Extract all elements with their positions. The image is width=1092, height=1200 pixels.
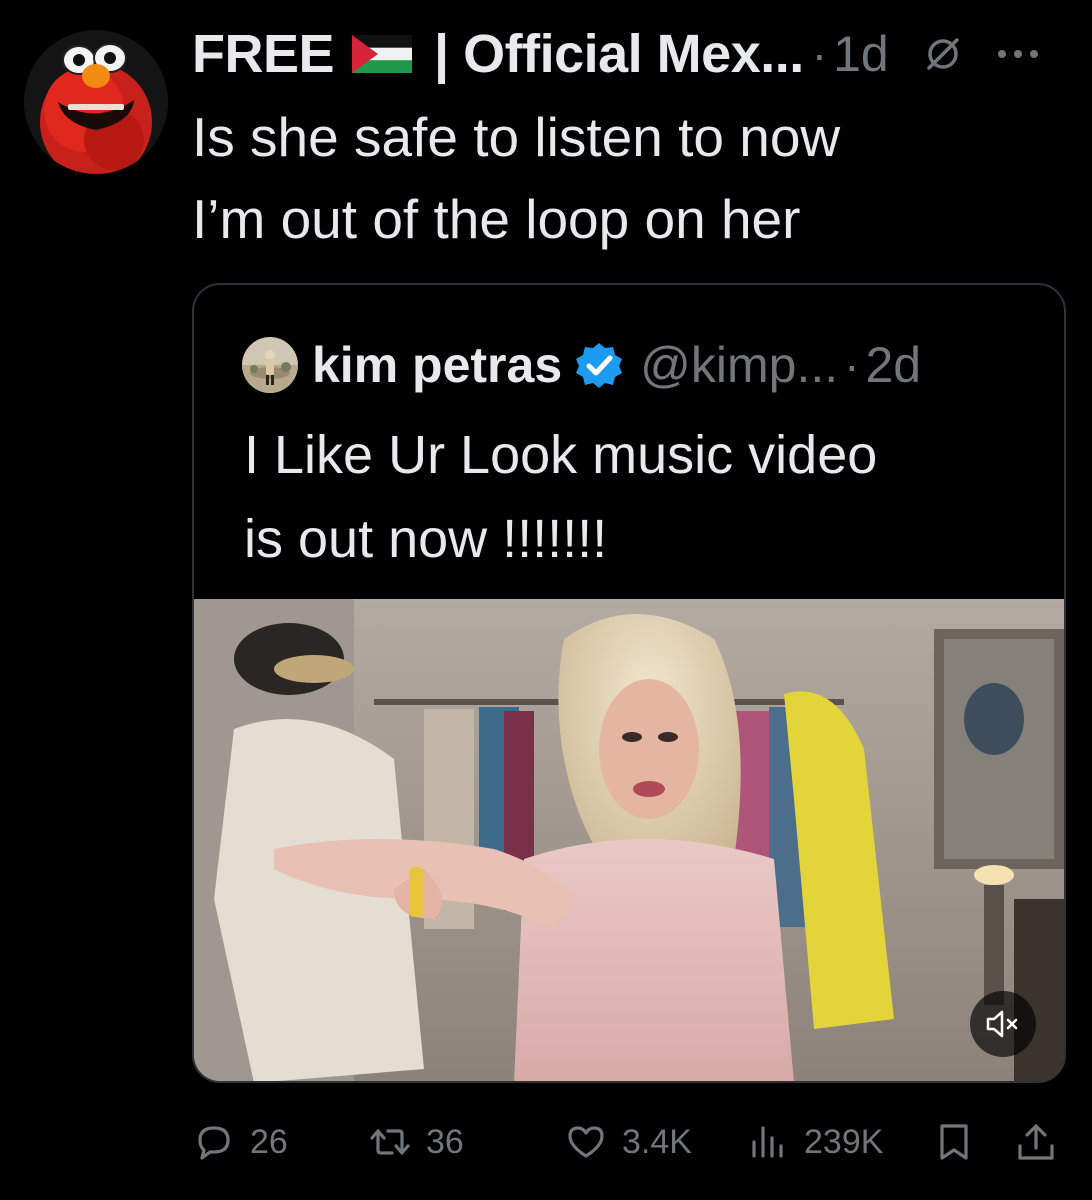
- volume-muted-icon: [986, 1010, 1018, 1038]
- tweet-header: FREE | Official Mex... · 1d: [192, 22, 1072, 86]
- quoted-video[interactable]: [194, 599, 1064, 1081]
- retweet-button[interactable]: 36: [368, 1110, 464, 1174]
- heart-icon: [568, 1126, 604, 1158]
- share-icon: [1018, 1124, 1054, 1160]
- bookmark-icon: [940, 1124, 968, 1160]
- reply-icon: [198, 1126, 230, 1160]
- bookmark-button[interactable]: [932, 1110, 976, 1174]
- author-display-name-suffix[interactable]: | Official Mex...: [434, 23, 804, 85]
- views-button[interactable]: 239K: [746, 1110, 883, 1174]
- quoted-tweet-header: kim petras @kimp... · 2d: [242, 333, 921, 397]
- reply-button[interactable]: 26: [192, 1110, 288, 1174]
- no-replies-icon: [926, 38, 959, 70]
- reply-count: 26: [250, 1122, 288, 1161]
- author-display-name-prefix[interactable]: FREE: [192, 23, 335, 85]
- quoted-author-avatar: [242, 337, 298, 393]
- retweet-icon: [370, 1129, 410, 1155]
- quoted-tweet-card[interactable]: kim petras @kimp... · 2d I Like Ur Look …: [192, 283, 1066, 1083]
- quoted-tweet-text: I Like Ur Look music video is out now !!…: [244, 425, 878, 569]
- header-separator: ·: [811, 28, 828, 80]
- author-avatar[interactable]: [24, 30, 168, 174]
- like-button[interactable]: 3.4K: [564, 1110, 692, 1174]
- palestine-flag-icon: [352, 35, 413, 73]
- elmo-avatar-icon: [24, 30, 168, 174]
- tweet-timestamp[interactable]: 1d: [833, 25, 889, 83]
- quoted-author-name[interactable]: kim petras: [312, 336, 562, 394]
- retweet-count: 36: [426, 1122, 464, 1161]
- view-count: 239K: [804, 1122, 884, 1161]
- quoted-author-handle[interactable]: @kimp...: [640, 336, 838, 394]
- like-count: 3.4K: [622, 1122, 692, 1161]
- share-button[interactable]: [1014, 1110, 1058, 1174]
- kim-petras-avatar-icon: [242, 337, 298, 393]
- mute-toggle-button[interactable]: [970, 991, 1036, 1057]
- tweet-actions-bar: 26 36 3.4K 239K: [192, 1110, 1072, 1174]
- views-chart-icon: [752, 1126, 783, 1158]
- video-thumbnail: [194, 599, 1064, 1081]
- tweet-text: Is she safe to listen to now I’m out of …: [192, 106, 841, 250]
- verified-badge-icon: [576, 343, 623, 388]
- quoted-tweet-timestamp[interactable]: 2d: [865, 336, 921, 394]
- quoted-header-separator: ·: [844, 339, 860, 391]
- more-options-icon[interactable]: [995, 44, 1041, 64]
